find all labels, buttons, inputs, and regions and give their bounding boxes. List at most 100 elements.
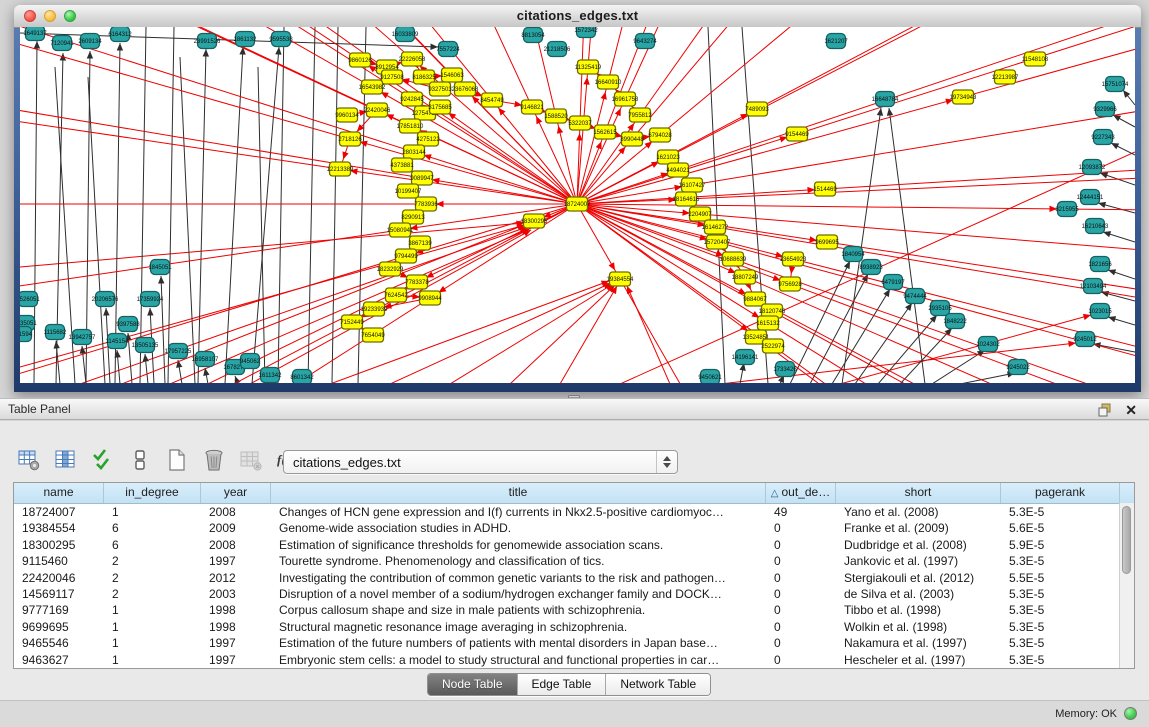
close-window-button[interactable] [24,10,36,22]
table-cell: 0 [766,652,836,668]
svg-text:8454749: 8454749 [480,98,504,104]
svg-text:8215955: 8215955 [1055,207,1079,213]
table-cell: 1 [104,652,201,668]
tab-edge-table[interactable]: Edge Table [518,674,607,695]
vertical-scrollbar[interactable] [1119,503,1134,669]
column-header-name[interactable]: name [14,483,104,503]
svg-text:8813054: 8813054 [521,33,545,39]
zoom-window-button[interactable] [64,10,76,22]
svg-text:1588520: 1588520 [544,114,568,120]
table-row[interactable]: 946554611997Estimation of the future num… [14,635,1134,651]
close-panel-icon[interactable]: ✕ [1125,400,1137,420]
svg-text:16107427: 16107427 [679,183,706,189]
memory-ok-indicator [1124,707,1137,720]
table-row[interactable]: 1830029562008Estimation of significance … [14,537,1134,553]
delete-trash-icon[interactable] [201,447,227,473]
column-header-short[interactable]: short [836,483,1001,503]
minimize-window-button[interactable] [44,10,56,22]
svg-text:2718126: 2718126 [338,137,362,143]
svg-text:1845051: 1845051 [148,265,172,271]
svg-text:1821656: 1821656 [1088,262,1112,268]
new-file-icon[interactable] [164,447,190,473]
svg-text:3175685: 3175685 [428,105,452,111]
svg-text:11325419: 11325419 [575,65,602,71]
table-cell: 2 [104,586,201,602]
table-cell: Stergiakouli et al. (2012) [836,570,1001,586]
network-graph-canvas[interactable]: 1872400718300295924284512754712178518104… [20,27,1135,383]
svg-text:17359924: 17359924 [137,297,164,303]
svg-text:15751074: 15751074 [1102,82,1129,88]
table-row[interactable]: 1872400712008Changes of HCN gene express… [14,504,1134,520]
table-cell: Investigating the contribution of common… [271,570,766,586]
svg-text:4494021: 4494021 [666,168,690,174]
table-select-dropdown[interactable]: citations_edges.txt [283,450,678,474]
table-cell: 19384554 [14,520,104,536]
svg-text:8990448: 8990448 [620,137,644,143]
select-all-check-icon[interactable] [90,447,116,473]
svg-text:18232929: 18232929 [377,267,404,273]
status-bar: Memory: OK [0,700,1149,727]
table-row[interactable]: 1938455462009Genome-wide association stu… [14,520,1134,536]
table-cell: 2 [104,553,201,569]
column-header-title[interactable]: title [271,483,766,503]
svg-text:1562615: 1562615 [593,130,617,136]
table-body: 1872400712008Changes of HCN gene express… [14,504,1134,668]
svg-text:9327503: 9327503 [428,87,452,93]
svg-text:9397588: 9397588 [116,322,140,328]
svg-text:2935105: 2935105 [928,306,952,312]
table-cell: 9115460 [14,553,104,569]
column-header-in_degree[interactable]: in_degree [104,483,201,503]
svg-text:7489093: 7489093 [745,107,769,113]
table-cell: 6 [104,537,201,553]
table-row[interactable]: 911546021997Tourette syndrome. Phenomeno… [14,553,1134,569]
svg-text:13654923: 13654923 [780,257,807,263]
column-header-out_de[interactable]: △out_de… [766,483,836,503]
svg-text:1115682: 1115682 [44,330,67,336]
table-cell: 0 [766,586,836,602]
svg-text:16543982: 16543982 [359,85,386,91]
svg-text:18164616: 18164616 [673,197,700,203]
svg-text:16958107: 16958107 [192,357,219,363]
table-cell: Changes of HCN gene expression and I(f) … [271,504,766,520]
svg-text:12213389: 12213389 [327,167,354,173]
svg-text:1546063: 1546063 [440,73,464,79]
svg-text:23991526: 23991526 [194,39,221,45]
table-row[interactable]: 977716911998Corpus callosum shape and si… [14,602,1134,618]
tab-network-table[interactable]: Network Table [606,674,710,695]
row-height-icon[interactable] [127,447,153,473]
svg-text:9699695: 9699695 [815,240,839,246]
table-row[interactable]: 1456911722003Disruption of a novel membe… [14,586,1134,602]
svg-text:5322037: 5322037 [568,121,592,127]
svg-text:9227343: 9227343 [1091,135,1115,141]
tab-node-table[interactable]: Node Table [428,674,518,695]
table-cell: 0 [766,635,836,651]
svg-text:8601342: 8601342 [290,375,314,381]
svg-text:9794499: 9794499 [394,254,418,260]
table-cell: 1997 [201,553,271,569]
table-cell: 18724007 [14,504,104,520]
float-window-icon[interactable] [1097,402,1113,418]
table-cell: 49 [766,504,836,520]
svg-text:9474444: 9474444 [903,294,927,300]
svg-text:21218506: 21218506 [544,47,571,53]
svg-text:11548108: 11548108 [1022,57,1049,63]
svg-text:12103494: 12103494 [1080,284,1107,290]
column-header-pagerank[interactable]: pagerank [1001,483,1120,503]
svg-text:7955812: 7955812 [628,113,652,119]
svg-text:7783378: 7783378 [405,280,429,286]
svg-text:22420046: 22420046 [364,108,391,114]
svg-text:1572342: 1572342 [574,28,598,34]
column-header-year[interactable]: year [201,483,271,503]
table-cell: 5.3E-5 [1001,586,1120,602]
table-row[interactable]: 2242004622012Investigating the contribut… [14,570,1134,586]
svg-text:1611342: 1611342 [259,373,283,379]
table-settings-icon[interactable] [16,447,42,473]
table-cell: 5.6E-5 [1001,520,1120,536]
table-toolbar: f(x) [16,445,301,475]
scrollbar-thumb[interactable] [1122,506,1131,574]
table-row[interactable]: 946362711997Embryonic stem cells: a mode… [14,652,1134,668]
table-row[interactable]: 969969511998Structural magnetic resonanc… [14,619,1134,635]
table-cell: 1998 [201,602,271,618]
window-titlebar[interactable]: citations_edges.txt [14,5,1141,28]
insert-column-icon[interactable] [53,447,79,473]
